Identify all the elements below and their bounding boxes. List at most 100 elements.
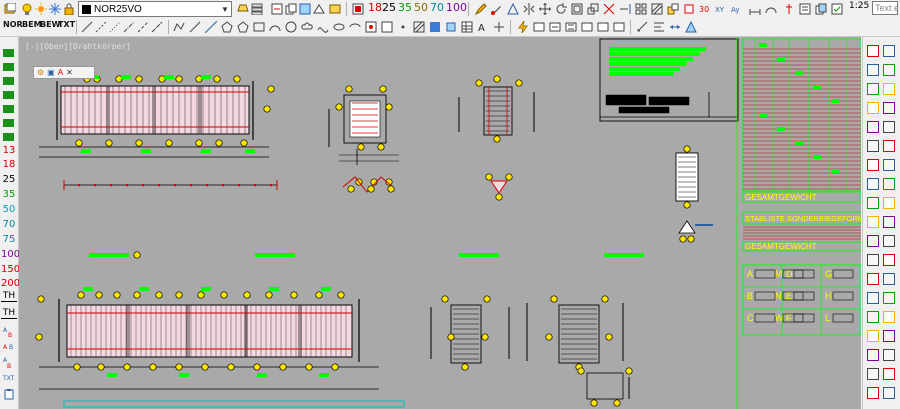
insert-icon[interactable] <box>682 2 696 16</box>
tool-icon[interactable] <box>867 197 879 209</box>
arc-icon[interactable] <box>268 20 282 34</box>
toggle-c-icon[interactable] <box>564 20 578 34</box>
chevron-down-icon[interactable]: ▼ <box>219 5 231 14</box>
text-txt-icon[interactable]: TXT <box>2 370 16 384</box>
region-icon[interactable] <box>444 20 458 34</box>
rectangle-icon[interactable] <box>252 20 266 34</box>
tool-icon[interactable] <box>867 159 879 171</box>
mini-close-icon[interactable]: ✕ <box>66 68 73 77</box>
scale-25[interactable]: 25 <box>382 1 396 14</box>
layer-isolate-icon[interactable] <box>270 2 284 16</box>
tool-icon[interactable] <box>883 273 895 285</box>
tool-icon[interactable] <box>867 178 879 190</box>
left-scale-50[interactable]: 50 <box>1 204 17 215</box>
th-button[interactable]: TH <box>1 291 17 302</box>
line-solid-icon[interactable] <box>80 20 94 34</box>
layer-previous-icon[interactable] <box>236 2 250 16</box>
left-scale-13[interactable]: 13 <box>1 145 17 156</box>
properties-icon[interactable] <box>798 2 812 16</box>
area-icon[interactable] <box>684 20 698 34</box>
tool-icon[interactable] <box>867 349 879 361</box>
tool-icon[interactable] <box>867 235 879 247</box>
text-ab-icon[interactable]: AB <box>2 339 16 353</box>
scale-tool-icon[interactable] <box>586 2 600 16</box>
tool-icon[interactable] <box>883 45 895 57</box>
brush-icon[interactable] <box>490 2 504 16</box>
tool-icon[interactable] <box>883 311 895 323</box>
left-scale-75[interactable]: 75 <box>1 234 17 245</box>
line-center-icon[interactable] <box>122 20 136 34</box>
freeze-icon[interactable] <box>48 2 62 16</box>
line-dotted-icon[interactable] <box>108 20 122 34</box>
text-style-box[interactable]: Text e <box>872 1 898 15</box>
dim-coord-icon[interactable]: XY <box>714 2 728 16</box>
tool-icon[interactable] <box>867 121 879 133</box>
layer-toggle-icon[interactable] <box>3 119 14 127</box>
tool-icon[interactable] <box>867 45 879 57</box>
tool-icon[interactable] <box>867 387 879 399</box>
make-block-icon[interactable] <box>380 20 394 34</box>
tool-icon[interactable] <box>867 368 879 380</box>
mirror-icon[interactable] <box>522 2 536 16</box>
tool-icon[interactable] <box>867 83 879 95</box>
mtext-icon[interactable]: A <box>476 20 490 34</box>
tool-icon[interactable] <box>883 387 895 399</box>
spline-icon[interactable] <box>316 20 330 34</box>
tool-icon[interactable] <box>867 64 879 76</box>
mini-toolbar[interactable]: ⚙ ▣ A ✕ <box>33 66 95 79</box>
draw-line-icon[interactable] <box>188 20 202 34</box>
rotate-icon[interactable] <box>554 2 568 16</box>
mini-gear-icon[interactable]: ⚙ <box>37 68 44 77</box>
clipboard-icon[interactable] <box>2 387 16 401</box>
text-scale-icon[interactable]: AB <box>2 325 16 339</box>
array-icon[interactable] <box>634 2 648 16</box>
point-icon[interactable] <box>396 20 410 34</box>
layer-manager-icon[interactable] <box>3 2 17 16</box>
lock-icon[interactable] <box>62 2 76 16</box>
tool-icon[interactable] <box>883 235 895 247</box>
add-icon[interactable] <box>492 20 506 34</box>
mini-image-icon[interactable]: ▣ <box>47 68 55 77</box>
trim-icon[interactable] <box>602 2 616 16</box>
ellipse-arc-icon[interactable] <box>348 20 362 34</box>
table-icon[interactable] <box>460 20 474 34</box>
dim-arrow-icon[interactable]: Ay <box>730 2 744 16</box>
hatch-draw-icon[interactable] <box>412 20 426 34</box>
scale-indicator[interactable]: 1:25 <box>849 1 869 11</box>
quick-select-icon[interactable] <box>830 2 844 16</box>
drawing-canvas[interactable]: GESAMTGEWICHT STABLISTE SONDERBIEGEFORM GE… <box>19 37 861 409</box>
tool-icon[interactable] <box>883 121 895 133</box>
copy-props-icon[interactable] <box>814 2 828 16</box>
toggle-d-icon[interactable] <box>580 20 594 34</box>
hatch-icon[interactable] <box>650 2 664 16</box>
layer-toggle-icon[interactable] <box>3 105 14 113</box>
circle-icon[interactable] <box>284 20 298 34</box>
tool-icon[interactable] <box>883 368 895 380</box>
align-icon[interactable] <box>652 20 666 34</box>
tool-icon[interactable] <box>883 197 895 209</box>
left-scale-18[interactable]: 18 <box>1 159 17 170</box>
tool-icon[interactable] <box>883 254 895 266</box>
mode-txt[interactable]: TXT <box>58 20 75 29</box>
triangle-icon[interactable] <box>506 2 520 16</box>
pin-icon[interactable] <box>782 2 796 16</box>
dim-arc-icon[interactable] <box>764 2 778 16</box>
tool-icon[interactable] <box>883 330 895 342</box>
mode-bem[interactable]: BEM <box>22 20 42 29</box>
scale-18[interactable]: 18 <box>368 1 382 14</box>
layer-toggle-icon[interactable] <box>3 63 14 71</box>
lightning-icon[interactable] <box>516 20 530 34</box>
dim-linear-icon[interactable] <box>748 2 762 16</box>
left-scale-35[interactable]: 35 <box>1 189 17 200</box>
left-scale-25[interactable]: 25 <box>1 174 17 185</box>
layer-toggle-icon[interactable] <box>3 77 14 85</box>
tool-icon[interactable] <box>883 64 895 76</box>
tool-icon[interactable] <box>867 330 879 342</box>
layer-merge-icon[interactable] <box>328 2 342 16</box>
layer-match-icon[interactable] <box>312 2 326 16</box>
ellipse-icon[interactable] <box>332 20 346 34</box>
tool-icon[interactable] <box>883 140 895 152</box>
gradient-icon[interactable] <box>428 20 442 34</box>
toggle-e-icon[interactable] <box>596 20 610 34</box>
viewport-title[interactable]: [-][Oben][Drahtkörper] <box>25 42 131 51</box>
